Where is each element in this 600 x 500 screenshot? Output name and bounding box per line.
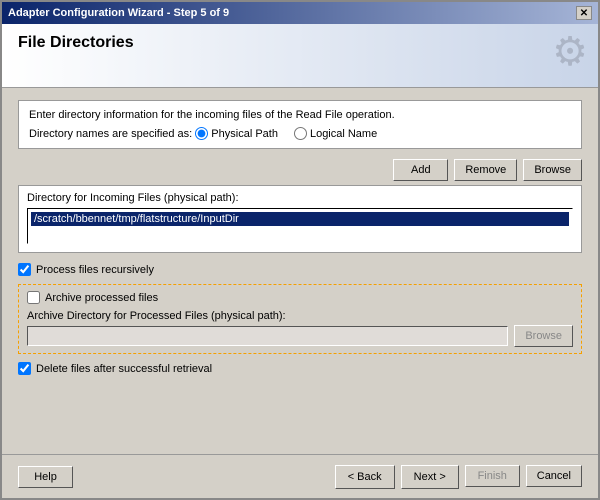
- header-banner: File Directories ⚙: [2, 24, 598, 88]
- footer-nav-buttons: < Back Next > Finish Cancel: [335, 465, 582, 489]
- radio-physical-label: Physical Path: [211, 128, 278, 140]
- process-recursive-label: Process files recursively: [36, 264, 154, 276]
- next-button[interactable]: Next >: [401, 465, 459, 489]
- footer: Help < Back Next > Finish Cancel: [2, 454, 598, 498]
- page-title: File Directories: [18, 34, 582, 52]
- main-window: Adapter Configuration Wizard - Step 5 of…: [0, 0, 600, 500]
- content-area: File Directories ⚙ Enter directory infor…: [2, 24, 598, 498]
- remove-button[interactable]: Remove: [454, 159, 517, 181]
- archive-checkbox[interactable]: [27, 291, 40, 304]
- radio-physical-input[interactable]: [195, 127, 208, 140]
- main-content: Enter directory information for the inco…: [2, 88, 598, 454]
- directory-label: Directory for Incoming Files (physical p…: [27, 192, 573, 204]
- radio-group: Physical Path Logical Name: [195, 127, 381, 140]
- info-line1: Enter directory information for the inco…: [29, 109, 571, 121]
- radio-row: Directory names are specified as: Physic…: [29, 127, 571, 140]
- directory-input-section: Directory for Incoming Files (physical p…: [18, 185, 582, 253]
- back-button[interactable]: < Back: [335, 465, 395, 489]
- archive-section: Archive processed files Archive Director…: [18, 284, 582, 354]
- directory-buttons: Add Remove Browse: [18, 159, 582, 181]
- archive-checkbox-label: Archive processed files: [45, 292, 158, 304]
- add-button[interactable]: Add: [393, 159, 448, 181]
- gear-icon: ⚙: [552, 29, 588, 75]
- radio-logical-label: Logical Name: [310, 128, 377, 140]
- finish-button[interactable]: Finish: [465, 465, 520, 487]
- info-box: Enter directory information for the inco…: [18, 100, 582, 149]
- window-title: Adapter Configuration Wizard - Step 5 of…: [8, 7, 229, 19]
- directory-names-label: Directory names are specified as:: [29, 128, 192, 140]
- process-recursive-checkbox[interactable]: [18, 263, 31, 276]
- delete-files-row: Delete files after successful retrieval: [18, 362, 582, 375]
- archive-dir-input[interactable]: [27, 326, 508, 346]
- radio-logical-input[interactable]: [294, 127, 307, 140]
- help-button[interactable]: Help: [18, 466, 73, 488]
- radio-logical[interactable]: Logical Name: [294, 127, 377, 140]
- delete-files-checkbox[interactable]: [18, 362, 31, 375]
- cancel-button[interactable]: Cancel: [526, 465, 582, 487]
- close-button[interactable]: ✕: [576, 6, 592, 20]
- process-recursive-row: Process files recursively: [18, 263, 582, 276]
- archive-input-row: Browse: [27, 325, 573, 347]
- archive-dir-row: Archive Directory for Processed Files (p…: [27, 310, 573, 347]
- title-bar: Adapter Configuration Wizard - Step 5 of…: [2, 2, 598, 24]
- radio-physical[interactable]: Physical Path: [195, 127, 278, 140]
- directory-list[interactable]: /scratch/bbennet/tmp/flatstructure/Input…: [27, 208, 573, 244]
- delete-files-label: Delete files after successful retrieval: [36, 363, 212, 375]
- archive-label-row: Archive processed files: [27, 291, 573, 304]
- browse-button[interactable]: Browse: [523, 159, 582, 181]
- archive-browse-button[interactable]: Browse: [514, 325, 573, 347]
- archive-dir-label: Archive Directory for Processed Files (p…: [27, 310, 573, 322]
- directory-entry: /scratch/bbennet/tmp/flatstructure/Input…: [31, 212, 569, 226]
